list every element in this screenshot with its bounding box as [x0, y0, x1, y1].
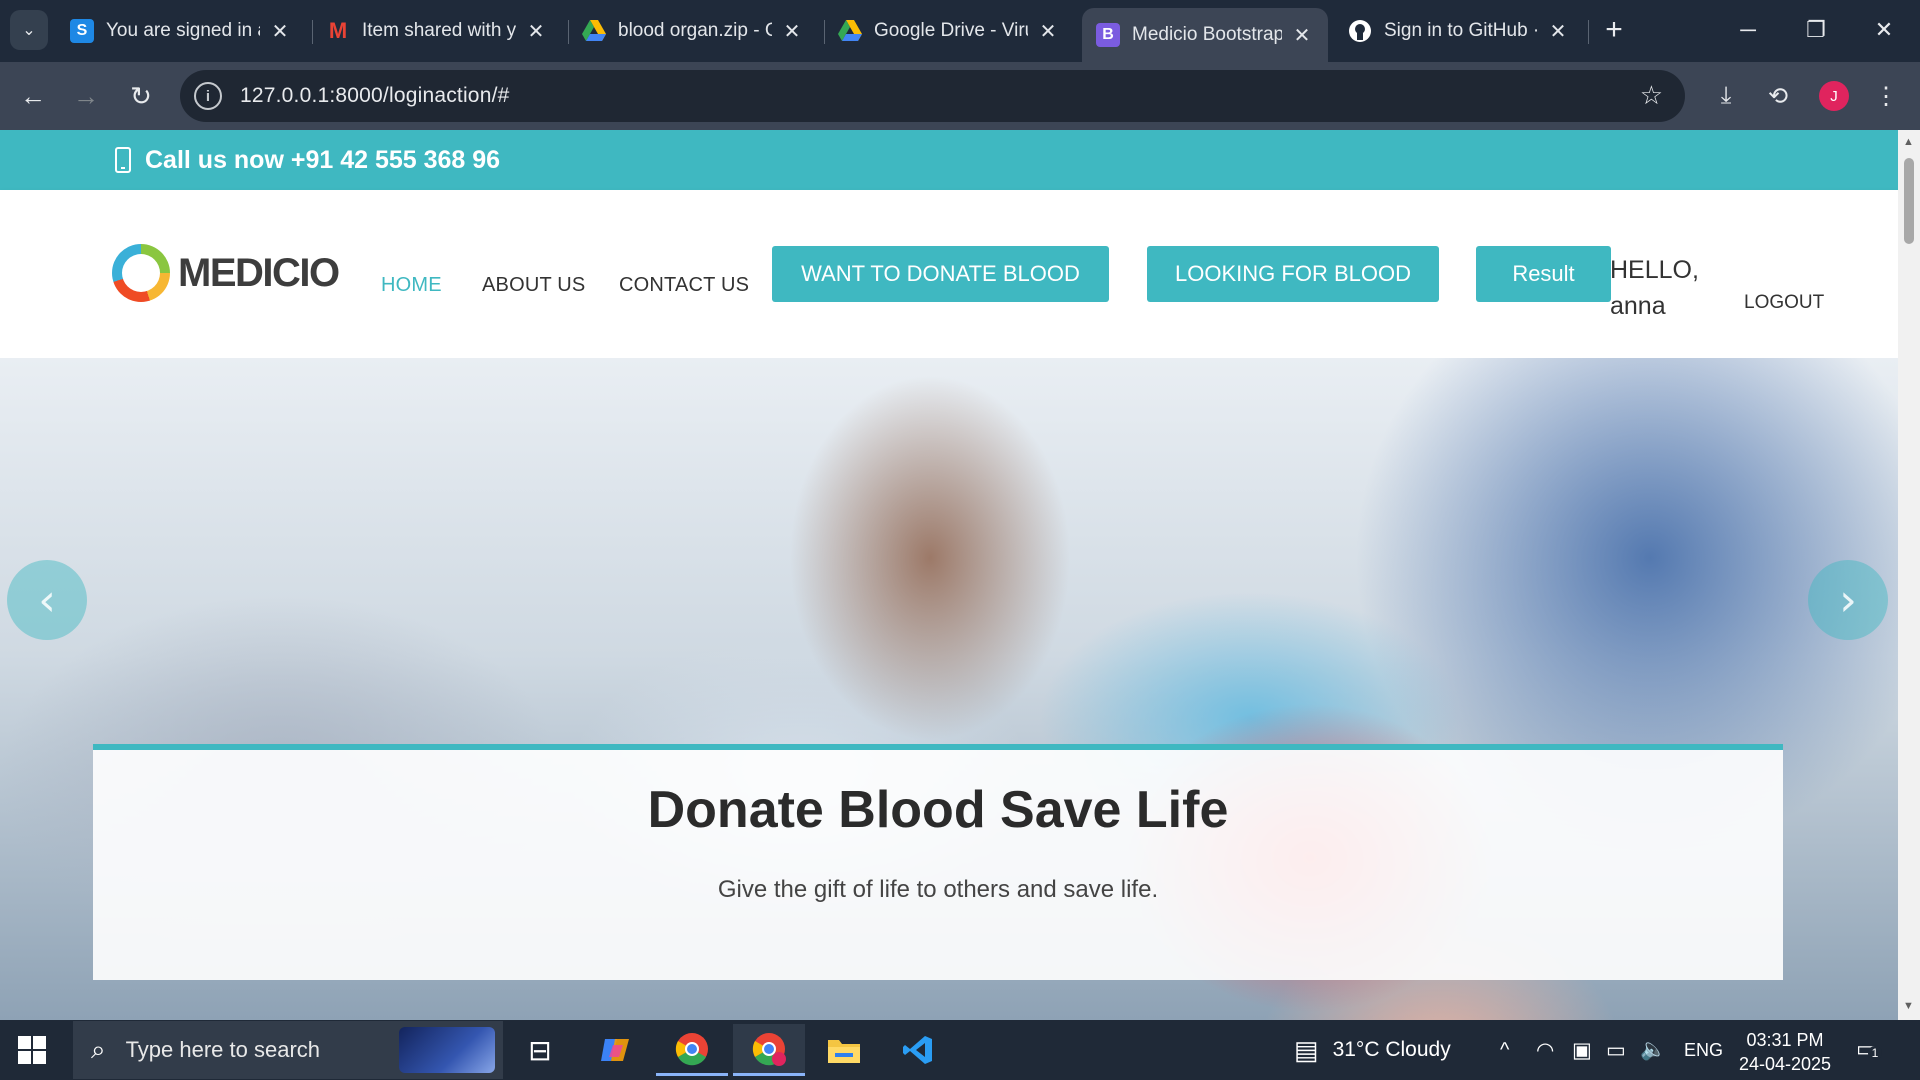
github-icon: [1348, 19, 1372, 43]
site-info-icon[interactable]: i: [194, 82, 222, 110]
close-window-button[interactable]: ✕: [1850, 0, 1918, 60]
tab-search-button[interactable]: ⌄: [10, 10, 48, 50]
address-url[interactable]: 127.0.0.1:8000/loginaction/#: [240, 84, 509, 108]
logo-text: MEDICIO: [178, 250, 340, 295]
tab-title: Medicio Bootstrap: [1132, 24, 1282, 45]
bookmark-star-icon[interactable]: ☆: [1640, 80, 1663, 111]
close-icon[interactable]: ✕: [1546, 19, 1570, 44]
hero-title: Donate Blood Save Life: [647, 781, 1229, 839]
hero-subtitle: Give the gift of life to others and save…: [717, 876, 1159, 903]
menu-icon[interactable]: ⋮: [1866, 76, 1906, 116]
download-icon[interactable]: ⤓: [1706, 76, 1746, 116]
tab-title: You are signed in a: [106, 20, 260, 41]
security-icon[interactable]: ▣: [1572, 1020, 1592, 1080]
scroll-thumb[interactable]: [1904, 158, 1914, 244]
performance-icon[interactable]: ⟲: [1758, 76, 1798, 116]
carousel-prev-button[interactable]: ‹: [7, 560, 87, 640]
taskbar-search[interactable]: ⌕ Type here to search: [73, 1021, 503, 1079]
search-highlight-image: [399, 1027, 495, 1073]
nav-about-us[interactable]: ABOUT US: [482, 274, 585, 297]
close-icon[interactable]: ✕: [1036, 19, 1060, 44]
clock-date: 24-04-2025: [1738, 1054, 1832, 1074]
clock-time: 03:31 PM: [1746, 1030, 1824, 1050]
user-greeting: HELLO, anna: [1610, 256, 1699, 320]
call-us-text: Call us now +91 42 555 368 96: [145, 145, 501, 174]
google-drive-icon: [582, 19, 606, 43]
task-view-icon[interactable]: ⊟: [504, 1024, 576, 1076]
show-hidden-icons[interactable]: ^: [1500, 1020, 1509, 1080]
tab-github-signin[interactable]: Sign in to GitHub · ✕: [1334, 8, 1584, 54]
close-icon[interactable]: ✕: [524, 19, 548, 44]
tab-title: Sign in to GitHub ·: [1384, 20, 1538, 41]
windows-start-button[interactable]: [18, 1036, 46, 1064]
address-bar[interactable]: i 127.0.0.1:8000/loginaction/# ☆: [180, 70, 1685, 122]
carousel-next-button[interactable]: ›: [1808, 560, 1888, 640]
restore-button[interactable]: ❐: [1782, 0, 1850, 60]
hero-carousel: ‹ › Donate Blood Save Life Give the gift…: [0, 358, 1898, 1020]
page-scrollbar[interactable]: ▲ ▼: [1898, 130, 1920, 1020]
windows-taskbar: ⌕ Type here to search ⊟ ▤ 31°C Cloudy ^ …: [0, 1020, 1920, 1080]
donate-blood-button[interactable]: WANT TO DONATE BLOOD: [772, 246, 1109, 302]
nav-contact-us[interactable]: CONTACT US: [619, 274, 749, 297]
close-icon[interactable]: ✕: [268, 19, 292, 44]
google-drive-icon: [838, 19, 862, 43]
volume-icon[interactable]: 🔈: [1640, 1020, 1666, 1080]
chevron-left-icon: ‹: [38, 574, 56, 626]
result-button[interactable]: Result: [1476, 246, 1611, 302]
language-indicator[interactable]: ENG: [1684, 1020, 1723, 1080]
tab-google-drive[interactable]: Google Drive - Viru ✕: [824, 8, 1074, 54]
logout-link[interactable]: LOGOUT: [1744, 292, 1824, 314]
reload-button[interactable]: ↻: [121, 76, 161, 116]
phone-icon: [115, 147, 131, 173]
file-explorer-icon[interactable]: [808, 1024, 880, 1076]
network-icon[interactable]: ◠: [1536, 1020, 1554, 1080]
weather-icon: ▤: [1294, 1034, 1319, 1065]
chrome-profile-icon[interactable]: [733, 1024, 805, 1076]
tab-title: Google Drive - Viru: [874, 20, 1028, 41]
minimize-button[interactable]: ─: [1714, 0, 1782, 60]
close-icon[interactable]: ✕: [780, 19, 804, 44]
chevron-right-icon: ›: [1839, 574, 1857, 626]
tab-signed-in[interactable]: S You are signed in a ✕: [56, 8, 306, 54]
contact-topbar: Call us now +91 42 555 368 96: [0, 130, 1898, 190]
nav-home[interactable]: HOME: [381, 274, 442, 297]
new-tab-button[interactable]: +: [1596, 12, 1632, 48]
search-placeholder: Type here to search: [125, 1037, 321, 1062]
tab-blood-organ-zip[interactable]: blood organ.zip - G ✕: [568, 8, 818, 54]
weather-widget[interactable]: ▤ 31°C Cloudy: [1294, 1020, 1451, 1080]
battery-icon[interactable]: ▭: [1606, 1020, 1626, 1080]
site-logo[interactable]: MEDICIO: [112, 244, 340, 302]
looking-for-blood-button[interactable]: LOOKING FOR BLOOD: [1147, 246, 1439, 302]
forward-button[interactable]: →: [66, 76, 106, 116]
scroll-up-arrow[interactable]: ▲: [1903, 136, 1914, 148]
copilot-icon[interactable]: [580, 1024, 652, 1076]
weather-text: 31°C Cloudy: [1332, 1038, 1451, 1061]
close-icon[interactable]: ✕: [1290, 23, 1314, 48]
browser-toolbar: ← → ↻ i 127.0.0.1:8000/loginaction/# ☆ ⤓…: [0, 62, 1920, 130]
gmail-icon: M: [328, 18, 348, 43]
tab-title: Item shared with y: [362, 20, 516, 41]
tab-divider: [1588, 20, 1589, 44]
notification-count: 1: [1868, 1046, 1882, 1060]
scroll-down-arrow[interactable]: ▼: [1903, 1000, 1914, 1012]
site-header: MEDICIO HOME ABOUT US CONTACT US WANT TO…: [0, 190, 1898, 358]
back-button[interactable]: ←: [13, 76, 53, 116]
hero-caption: Donate Blood Save Life Give the gift of …: [93, 744, 1783, 980]
system-clock[interactable]: 03:31 PM 24-04-2025: [1730, 1028, 1840, 1076]
profile-avatar[interactable]: J: [1819, 81, 1849, 111]
tab-title: blood organ.zip - G: [618, 20, 772, 41]
notification-center-icon[interactable]: ▭ 1: [1856, 1036, 1886, 1064]
vscode-icon[interactable]: [882, 1024, 954, 1076]
bootstrap-icon: B: [1096, 23, 1120, 47]
logo-ring-icon: [112, 244, 170, 302]
search-icon: ⌕: [91, 1034, 106, 1064]
tab-item-shared[interactable]: M Item shared with y ✕: [312, 8, 562, 54]
browser-tabstrip: ⌄ S You are signed in a ✕ M Item shared …: [0, 0, 1920, 62]
chrome-icon[interactable]: [656, 1024, 728, 1076]
page-viewport: Call us now +91 42 555 368 96 MEDICIO HO…: [0, 130, 1898, 1020]
sharepoint-icon: S: [70, 19, 94, 43]
tab-medicio-bootstrap[interactable]: B Medicio Bootstrap ✕: [1082, 8, 1328, 62]
